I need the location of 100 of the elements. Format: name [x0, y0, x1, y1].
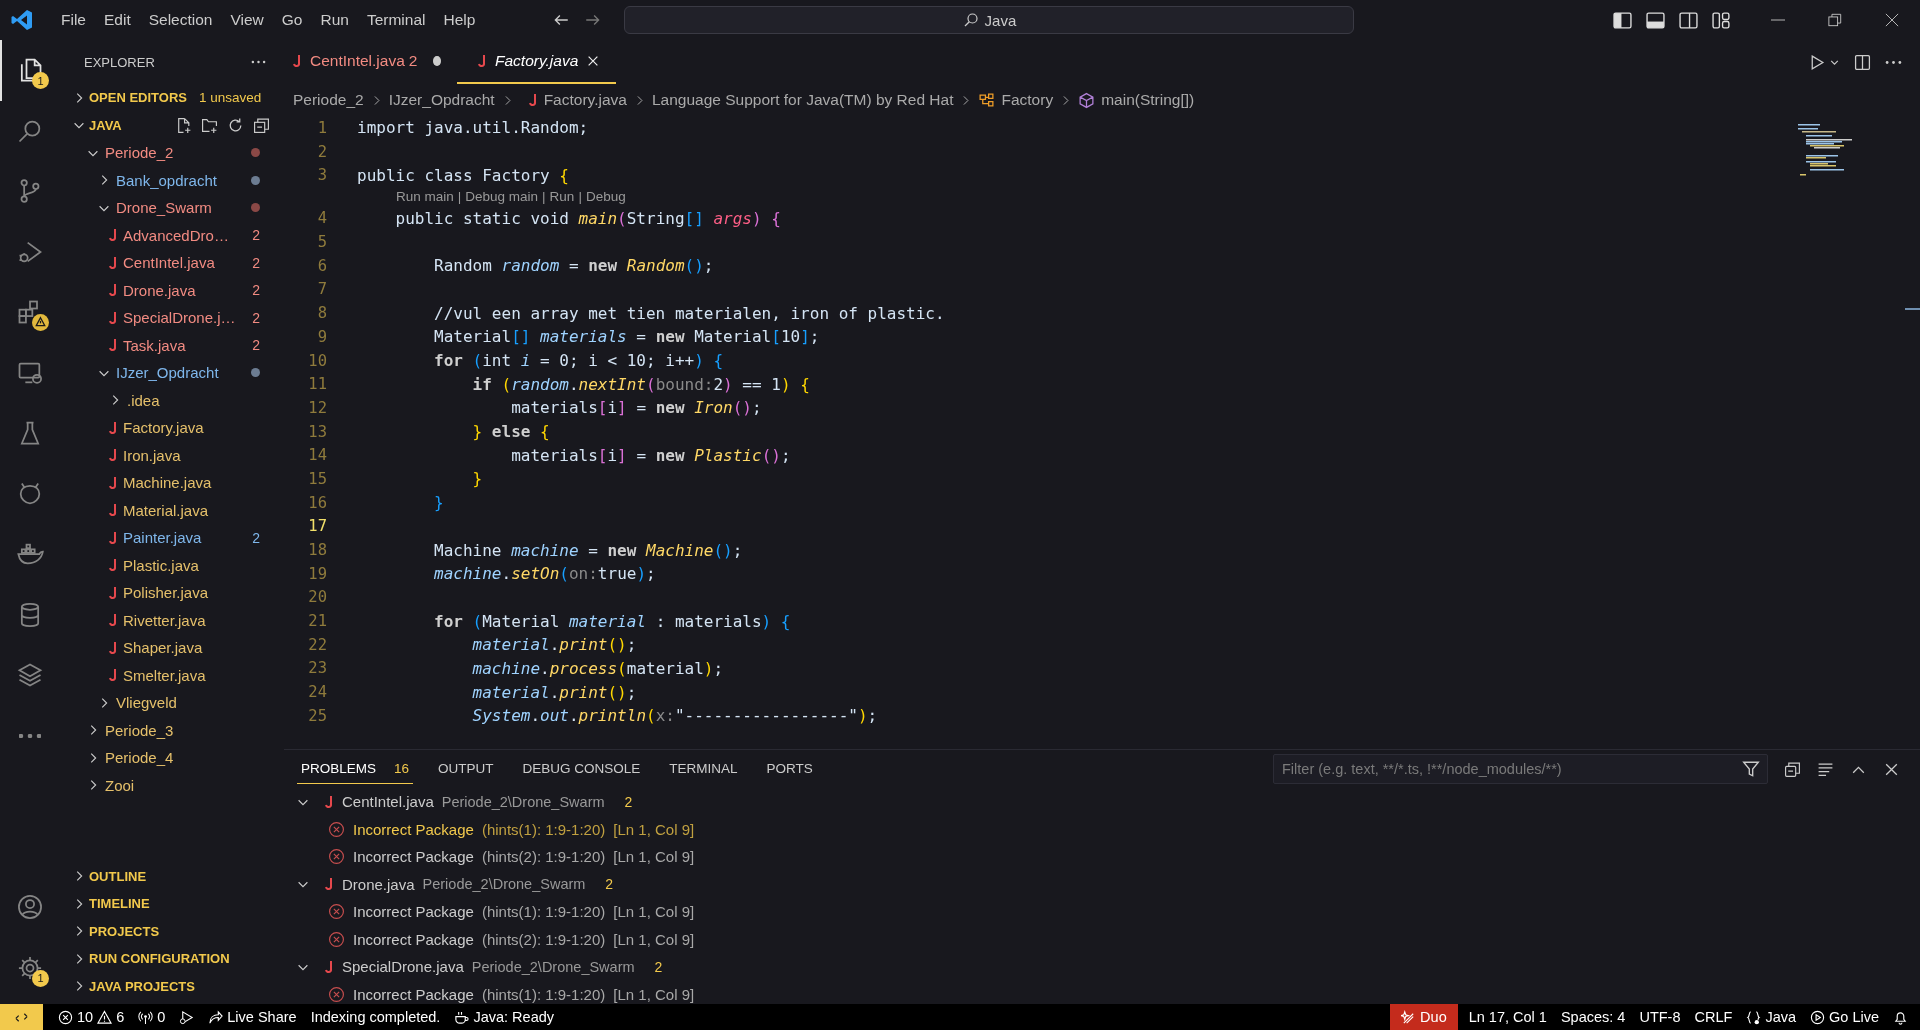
breadcrumb-item[interactable]: main(String[]): [1101, 91, 1195, 109]
breadcrumb-item[interactable]: Periode_2: [293, 91, 364, 109]
codelens-link[interactable]: Run main: [396, 189, 454, 205]
menu-item[interactable]: Run: [311, 7, 358, 33]
breadcrumb-item[interactable]: Factory: [1001, 91, 1054, 109]
panel-tab[interactable]: TERMINAL: [665, 754, 742, 784]
line-number: 8: [316, 304, 327, 323]
tree-item[interactable]: Rivetter.java: [58, 606, 284, 634]
status-item[interactable]: Indexing completed.: [303, 1004, 448, 1030]
filter-icon[interactable]: [1742, 760, 1760, 778]
menu-item[interactable]: Help: [434, 7, 485, 33]
section-header[interactable]: OPEN EDITORS 1 unsaved: [58, 84, 284, 112]
sidebar-toggle-icon[interactable]: [1613, 11, 1632, 29]
new-file-icon[interactable]: [175, 116, 192, 134]
tree-item[interactable]: Drone_Swarm: [58, 194, 284, 222]
status-item[interactable]: 0: [131, 1004, 173, 1030]
section-header[interactable]: OUTLINE: [58, 862, 284, 890]
refresh-icon[interactable]: [227, 116, 244, 134]
collapse-all-icon[interactable]: [253, 116, 270, 134]
more-icon[interactable]: [251, 60, 266, 64]
status-item[interactable]: Java: [1739, 1004, 1803, 1030]
section-header[interactable]: RUN CONFIGURATION: [58, 945, 284, 973]
problem-item[interactable]: Incorrect Package (hints(1): 1:9-1:20) [Ln 1, Col 9]: [284, 898, 1920, 926]
menu-item[interactable]: Go: [272, 7, 312, 33]
breadcrumb-item[interactable]: Factory.java: [543, 91, 627, 109]
problem-file-row[interactable]: SpecialDrone.java Periode_2\Drone_Swarm 2: [284, 953, 1920, 981]
status-item[interactable]: Live Share: [201, 1004, 304, 1030]
editor-tab[interactable]: CentIntel.java 2: [284, 40, 457, 84]
tree-item[interactable]: CentIntel.java 2: [58, 249, 284, 277]
activity-bar-button[interactable]: 1: [0, 40, 58, 101]
tree-item[interactable]: AdvancedDro… 2: [58, 221, 284, 249]
panel-toggle-icon[interactable]: [1646, 11, 1665, 29]
new-folder-icon[interactable]: [201, 116, 218, 134]
status-item[interactable]: CRLF: [1687, 1004, 1740, 1030]
tree-item[interactable]: Bank_opdracht: [58, 166, 284, 194]
file-path: Periode_2\Drone_Swarm: [471, 958, 635, 975]
tree-item[interactable]: Vliegveld: [58, 689, 284, 717]
codelens-link[interactable]: Run: [549, 189, 575, 205]
menu-item[interactable]: File: [52, 7, 95, 33]
menu-item[interactable]: Selection: [139, 7, 222, 33]
tree-item[interactable]: Periode_2: [58, 139, 284, 167]
problem-file-row[interactable]: Drone.java Periode_2\Drone_Swarm 2: [284, 870, 1920, 898]
status-item[interactable]: Go Live: [1803, 1004, 1886, 1030]
problem-detail: (hints(1): 1:9-1:20): [481, 903, 606, 921]
tree-item[interactable]: Smelter.java: [58, 661, 284, 689]
problem-item[interactable]: Incorrect Package (hints(1): 1:9-1:20) [Ln 1, Col 9]: [284, 980, 1920, 1004]
panel-tab[interactable]: PORTS: [762, 754, 817, 784]
problem-item[interactable]: Incorrect Package (hints(2): 1:9-1:20) [Ln 1, Col 9]: [284, 843, 1920, 871]
tree-item[interactable]: Plastic.java: [58, 551, 284, 579]
problem-count: 2: [624, 793, 633, 810]
tree-item[interactable]: Painter.java 2: [58, 524, 284, 552]
section-header[interactable]: JAVA PROJECTS: [58, 972, 284, 1000]
tree-item[interactable]: Factory.java: [58, 414, 284, 442]
menu-item[interactable]: View: [221, 7, 273, 33]
status-item[interactable]: UTF-8: [1632, 1004, 1688, 1030]
section-header[interactable]: JAVA: [58, 111, 284, 139]
tree-item[interactable]: Shaper.java: [58, 634, 284, 662]
problem-item[interactable]: Incorrect Package (hints(1): 1:9-1:20) [Ln 1, Col 9]: [284, 815, 1920, 843]
status-item[interactable]: Duo: [1390, 1004, 1458, 1030]
panel-tab[interactable]: PROBLEMS 16: [297, 754, 414, 784]
tree-item[interactable]: Iron.java: [58, 441, 284, 469]
tree-item[interactable]: Periode_3: [58, 716, 284, 744]
status-item[interactable]: Spaces: 4: [1553, 1004, 1633, 1030]
status-item[interactable]: 10 6: [51, 1004, 132, 1030]
layout-icon[interactable]: [1712, 11, 1731, 29]
activity-bar-button[interactable]: 1: [0, 937, 58, 998]
tree-item[interactable]: .idea: [58, 386, 284, 414]
collapse-all-icon[interactable]: [1784, 760, 1801, 778]
tree-item[interactable]: Periode_4: [58, 744, 284, 772]
panel-tab[interactable]: DEBUG CONSOLE: [518, 754, 645, 784]
line-number: 18: [307, 541, 327, 560]
editor-tab[interactable]: Factory.java: [457, 40, 617, 84]
menu-item[interactable]: Terminal: [357, 7, 435, 33]
section-header[interactable]: PROJECTS: [58, 917, 284, 945]
broadcast-icon: [138, 1009, 154, 1025]
code-line: materials[i] = new Plastic();: [510, 445, 791, 465]
menu-item[interactable]: Edit: [95, 7, 140, 33]
problem-file-row[interactable]: CentIntel.java Periode_2\Drone_Swarm 2: [284, 788, 1920, 816]
secondary-sidebar-toggle-icon[interactable]: [1679, 11, 1698, 29]
tree-item[interactable]: IJzer_Opdracht: [58, 359, 284, 387]
codelens-link[interactable]: Debug: [585, 189, 626, 205]
status-item[interactable]: Java: Ready: [447, 1004, 561, 1030]
tree-item[interactable]: Task.java 2: [58, 331, 284, 359]
tree-item[interactable]: Zooi: [58, 771, 284, 799]
tree-item[interactable]: Material.java: [58, 496, 284, 524]
tree-item[interactable]: SpecialDrone.j… 2: [58, 304, 284, 332]
panel-tab[interactable]: OUTPUT: [434, 754, 498, 784]
codelens-link[interactable]: Debug main: [465, 189, 539, 205]
tree-item[interactable]: Polisher.java: [58, 579, 284, 607]
java-file-icon: [324, 959, 334, 974]
command-center[interactable]: Java: [624, 6, 1355, 34]
tree-item[interactable]: Machine.java: [58, 469, 284, 497]
status-item[interactable]: Ln 17, Col 1: [1461, 1004, 1554, 1030]
filter-field[interactable]: Filter (e.g. text, **/*.ts, !**/node_modules/**): [1273, 754, 1768, 784]
split-editor-icon[interactable]: [1854, 53, 1871, 71]
problem-item[interactable]: Incorrect Package (hints(2): 1:9-1:20) [Ln 1, Col 9]: [284, 925, 1920, 953]
tree-item[interactable]: Drone.java 2: [58, 276, 284, 304]
breadcrumb-item[interactable]: Language Support for Java(TM) by Red Hat: [651, 91, 954, 109]
section-header[interactable]: TIMELINE: [58, 890, 284, 918]
breadcrumb-item[interactable]: IJzer_Opdracht: [388, 91, 495, 109]
